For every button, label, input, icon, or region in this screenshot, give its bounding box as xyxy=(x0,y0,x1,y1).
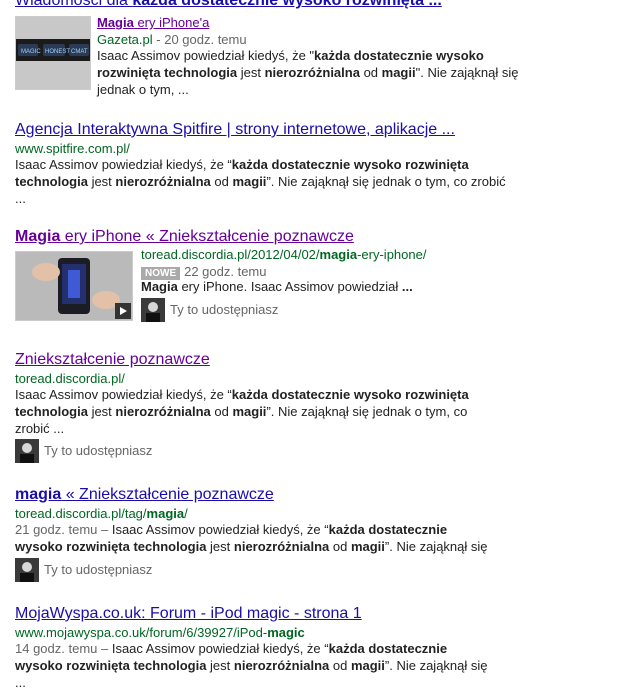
avatar[interactable] xyxy=(141,298,165,322)
result-3-title[interactable]: Zniekształcenie poznawcze xyxy=(15,351,210,369)
news-thumbnail[interactable]: MAGIC HONEST CMAT xyxy=(15,16,91,90)
result-5-title[interactable]: MojaWyspa.co.uk: Forum - iPod magic - st… xyxy=(15,605,362,623)
result-4-title[interactable]: magia « Zniekształcenie poznawcze xyxy=(15,486,274,504)
news-header-prefix: Wiadomości dla xyxy=(15,0,133,9)
avatar[interactable] xyxy=(15,558,39,582)
result-2-title[interactable]: Magia ery iPhone « Zniekształcenie pozna… xyxy=(15,228,354,246)
result-1-snippet: Isaac Assimov powiedział kiedyś, że “każ… xyxy=(15,157,506,206)
play-icon[interactable] xyxy=(115,303,131,319)
result-2-title-rest: ery iPhone « Zniekształcenie poznawcze xyxy=(60,228,354,245)
result-3-share-text: Ty to udostępniasz xyxy=(44,443,153,458)
news-thumbnail-image: MAGIC HONEST CMAT xyxy=(16,17,90,89)
news-header-link[interactable]: Wiadomości dla każda dostatecznie wysoko… xyxy=(15,0,442,10)
thumb-label-2: HONEST xyxy=(45,49,70,55)
news-item-title[interactable]: Magia ery iPhone'a xyxy=(97,15,209,30)
news-item-time: - 20 godz. temu xyxy=(152,32,247,47)
news-item-title-rest: ery iPhone'a xyxy=(133,15,210,30)
result-4-share-text: Ty to udostępniasz xyxy=(44,562,153,577)
result-4-title-bold: magia xyxy=(15,486,62,503)
news-item-source: Gazeta.pl xyxy=(97,32,153,47)
result-1-url: www.spitfire.com.pl/ xyxy=(15,141,130,156)
news-item-snippet: Isaac Assimov powiedział kiedyś, że "każ… xyxy=(97,48,519,97)
result-1-title[interactable]: Agencja Interaktywna Spitfire | strony i… xyxy=(15,121,455,139)
news-header-query: każda dostatecznie wysoko rozwinięta ... xyxy=(132,0,442,9)
result-2-share-text: Ty to udostępniasz xyxy=(170,302,279,317)
thumb-label-1: MAGIC xyxy=(21,49,41,55)
result-2-video-thumbnail[interactable] xyxy=(15,251,133,321)
result-2-snippet: Magia ery iPhone. Isaac Assimov powiedzi… xyxy=(141,279,413,294)
result-2-url: toread.discordia.pl/2012/04/02/magia-ery… xyxy=(141,247,427,262)
thumb-label-3: CMAT xyxy=(71,49,88,55)
result-4-title-rest: « Zniekształcenie poznawcze xyxy=(61,486,274,503)
result-5-url: www.mojawyspa.co.uk/forum/6/39927/iPod-m… xyxy=(15,625,305,640)
news-item-source-line: Gazeta.pl - 20 godz. temu xyxy=(97,32,247,47)
result-3-snippet: Isaac Assimov powiedział kiedyś, że “każ… xyxy=(15,387,469,436)
result-2-title-bold: Magia xyxy=(15,228,61,245)
result-2-time: 22 godz. temu xyxy=(184,264,267,279)
result-3-url: toread.discordia.pl/ xyxy=(15,371,125,386)
avatar[interactable] xyxy=(15,439,39,463)
result-4-url: toread.discordia.pl/tag/magia/ xyxy=(15,506,188,521)
news-item-title-bold: Magia xyxy=(97,15,134,30)
